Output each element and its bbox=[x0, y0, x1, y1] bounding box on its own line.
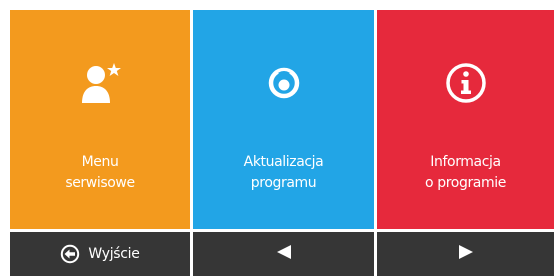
service-menu-label-line2: serwisowe bbox=[65, 175, 135, 191]
update-disc-icon bbox=[256, 55, 312, 111]
service-menu-label-line1: Menu bbox=[81, 154, 119, 170]
exit-button[interactable]: Wyjście bbox=[10, 232, 190, 276]
triangle-right-icon bbox=[457, 244, 475, 264]
program-info-label: Informacja o programie bbox=[377, 152, 554, 194]
service-menu-label: Menu serwisowe bbox=[10, 152, 190, 194]
exit-label: Wyjście bbox=[88, 246, 140, 262]
program-info-label-line2: o programie bbox=[425, 175, 506, 191]
next-page-button[interactable] bbox=[377, 232, 554, 276]
previous-page-button[interactable] bbox=[193, 232, 374, 276]
program-update-label-line1: Aktualizacja bbox=[243, 154, 324, 170]
service-screen: Menu serwisowe Aktualizacja programu Inf… bbox=[0, 0, 556, 280]
program-info-label-line1: Informacja bbox=[430, 154, 501, 170]
triangle-left-icon bbox=[275, 244, 293, 264]
program-update-label-line2: programu bbox=[250, 175, 317, 191]
program-update-tile[interactable]: Aktualizacja programu bbox=[193, 10, 374, 229]
program-info-tile[interactable]: Informacja o programie bbox=[377, 10, 554, 229]
service-menu-tile[interactable]: Menu serwisowe bbox=[10, 10, 190, 229]
info-icon bbox=[438, 55, 494, 111]
exit-arrow-icon bbox=[60, 244, 80, 264]
service-technician-star-icon bbox=[72, 55, 128, 111]
program-update-label: Aktualizacja programu bbox=[193, 152, 374, 194]
